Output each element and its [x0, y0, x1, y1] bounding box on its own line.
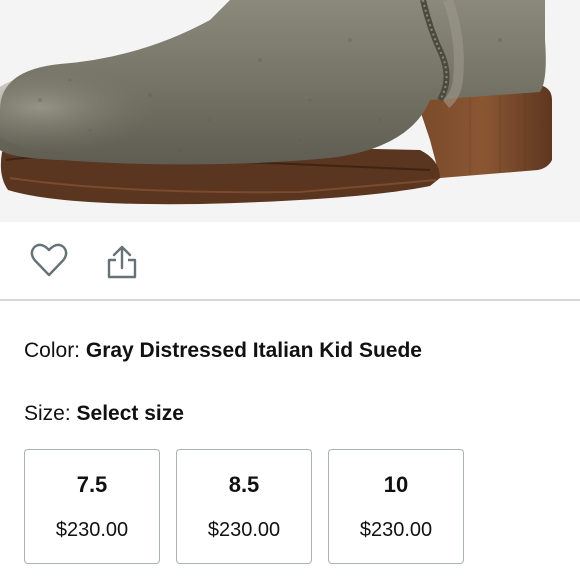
size-option-8-5[interactable]: 8.5 $230.00 — [176, 449, 312, 564]
size-option-10[interactable]: 10 $230.00 — [328, 449, 464, 564]
size-value: Select size — [76, 402, 184, 425]
size-option-price: $230.00 — [55, 519, 129, 541]
section-divider — [0, 299, 580, 301]
size-label: Size: — [24, 402, 77, 425]
wishlist-button[interactable] — [25, 236, 73, 284]
actions-row — [0, 222, 580, 300]
color-label: Color: — [24, 339, 86, 362]
heart-icon — [30, 243, 68, 277]
share-button[interactable] — [98, 238, 146, 286]
color-selection-row: Color: Gray Distressed Italian Kid Suede — [24, 338, 422, 364]
boot-illustration — [0, 0, 580, 222]
size-selection-row: Size: Select size — [24, 401, 184, 427]
product-image[interactable] — [0, 0, 580, 222]
size-option-label: 8.5 — [228, 472, 260, 497]
size-option-price: $230.00 — [359, 519, 433, 541]
size-options: 7.5 $230.00 8.5 $230.00 10 $230.00 — [24, 449, 464, 564]
size-option-label: 7.5 — [76, 472, 108, 497]
size-option-label: 10 — [383, 472, 409, 497]
size-option-price: $230.00 — [207, 519, 281, 541]
color-value: Gray Distressed Italian Kid Suede — [85, 339, 422, 362]
size-option-7-5[interactable]: 7.5 $230.00 — [24, 449, 160, 564]
share-icon — [107, 245, 137, 279]
